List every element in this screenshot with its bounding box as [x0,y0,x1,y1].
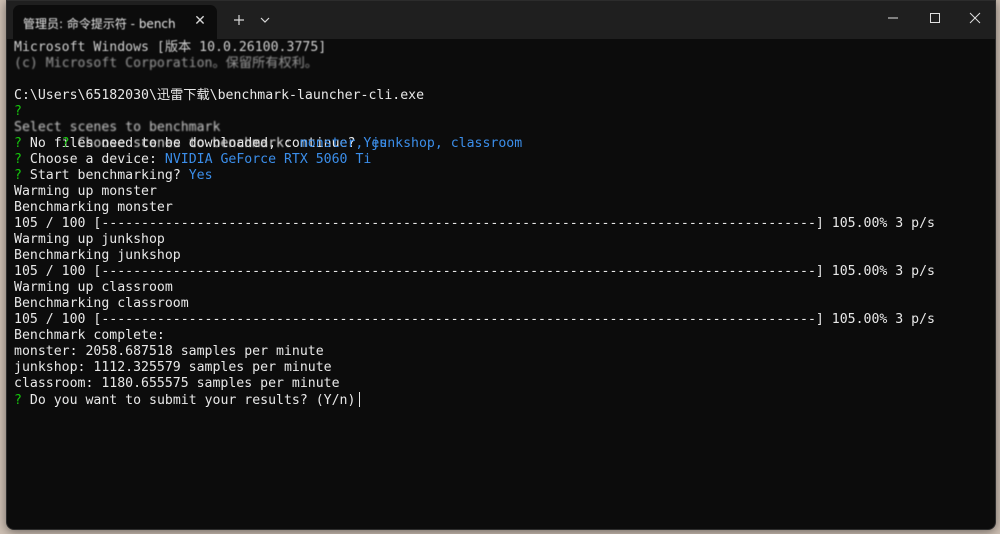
submit-label: Do you want to submit your results? (Y/n… [29,393,356,408]
terminal-tab[interactable]: 管理员: 命令提示符 - bench ✕ [13,5,217,39]
command-prompt-line: C:\Users\65182030\迅雷下载\benchmark-launche… [14,88,425,103]
minimize-button[interactable] [873,1,913,35]
question-mark: ? [14,104,22,119]
tab-title: 管理员: 命令提示符 - bench [23,17,176,31]
minimize-icon [888,17,898,19]
question-mark: ? [14,168,22,183]
chevron-down-icon [260,17,270,23]
output-line: Warming up classroom [14,280,173,295]
output-line: Benchmarking classroom [14,296,189,311]
header-line: Microsoft Windows [版本 10.0.26100.3775] [14,40,327,55]
result-line: junkshop: 1112.325579 samples per minute [14,360,332,375]
tab-dropdown-button[interactable] [255,10,275,30]
close-window-icon [969,12,981,24]
output-line: Benchmark complete: [14,328,165,343]
device-answer: NVIDIA GeForce RTX 5060 Ti [164,152,372,167]
ghost-text: Select scenes to benchmark [14,120,221,135]
output-line: Warming up monster [14,184,157,199]
start-label: Start benchmarking? [29,168,189,183]
progress-bar-line: 105 / 100 [-----------------------------… [14,312,935,327]
close-window-button[interactable] [955,1,995,35]
progress-bar-line: 105 / 100 [-----------------------------… [14,216,935,231]
start-question-line: ? Start benchmarking? Yes [14,168,995,184]
maximize-icon [930,13,940,23]
scenes-question-line: Select scenes to benchmark? Choose scene… [14,120,995,151]
device-label: Choose a device: [29,152,165,167]
output-line: Warming up junkshop [14,232,165,247]
blank-line: ? [14,104,995,120]
maximize-button[interactable] [915,1,955,35]
copyright-line: (c) Microsoft Corporation。保留所有权利。 [14,56,318,71]
submit-question-line: ? Do you want to submit your results? (Y… [14,392,995,408]
console-output[interactable]: Microsoft Windows [版本 10.0.26100.3775] (… [14,40,995,408]
text-cursor[interactable] [359,392,361,407]
output-line: Benchmarking monster [14,200,173,215]
close-icon[interactable]: ✕ [191,12,209,30]
scenes-answer: monster, junkshop, classroom [299,136,523,151]
progress-bar-line: 105 / 100 [-----------------------------… [14,264,935,279]
question-mark: ? [14,393,22,408]
terminal-window: 管理员: 命令提示符 - bench ✕ Microsoft Windows [… [6,0,996,530]
title-bar[interactable]: 管理员: 命令提示符 - bench ✕ [7,1,995,39]
scenes-label: Choose scenes to benchmark: [77,136,300,151]
result-line: classroom: 1180.655575 samples per minut… [14,376,340,391]
question-mark: ? [61,136,70,151]
device-question-line: ? Choose a device: NVIDIA GeForce RTX 50… [14,152,995,168]
plus-icon [234,15,244,25]
output-line: Benchmarking junkshop [14,248,181,263]
new-tab-button[interactable] [229,10,249,30]
result-line: monster: 2058.687518 samples per minute [14,344,324,359]
start-answer: Yes [188,168,213,183]
